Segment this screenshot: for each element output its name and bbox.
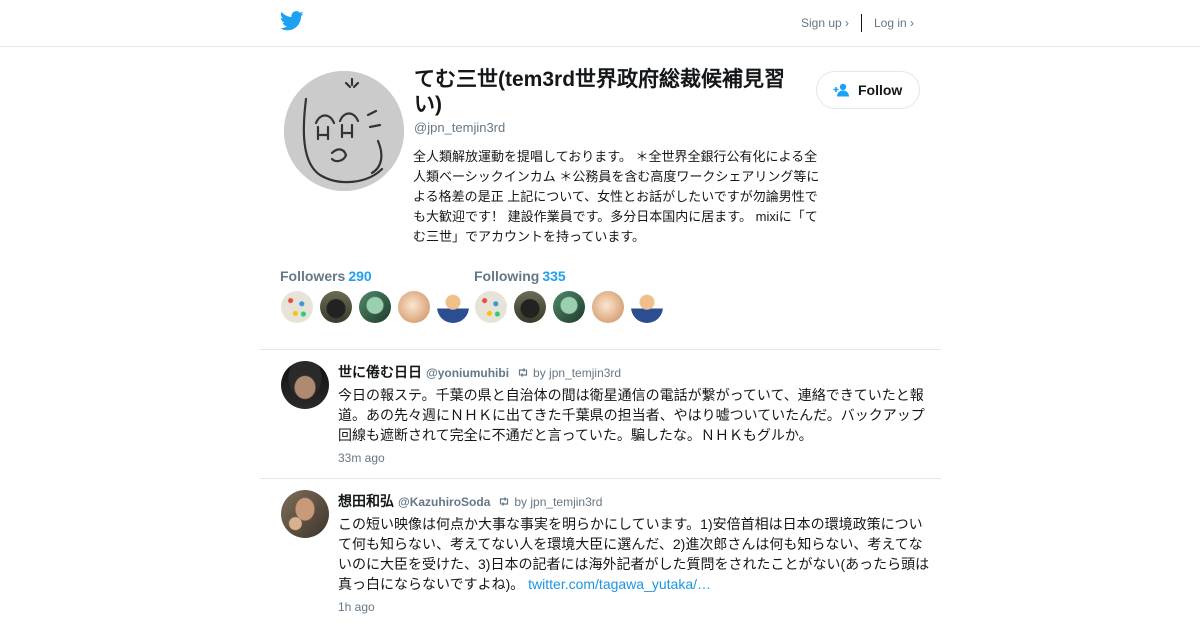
tweet-author-handle[interactable]: @yoniumuhibi [426,366,509,380]
signup-link[interactable]: Sign up › [801,16,849,30]
profile-display-name: てむ三世(tem3rd世界政府総裁候補見習い) [414,68,786,116]
follower-avatar[interactable] [320,291,352,323]
following-stat[interactable]: Following 335 [474,268,566,286]
profile-avatar[interactable] [284,71,404,191]
follower-avatar[interactable] [281,291,313,323]
login-link[interactable]: Log in › [874,16,914,30]
retweet-indicator: by jpn_temjin3rd [517,366,621,380]
nav-divider [861,14,862,32]
tweet-item[interactable]: 想田和弘 @KazuhiroSoda by jpn_temjin3rd この短い… [260,479,941,630]
tweet-author-avatar[interactable] [281,490,329,538]
follower-avatar[interactable] [359,291,391,323]
tweet-timestamp[interactable]: 1h ago [338,600,375,614]
twitter-bird-icon[interactable] [280,11,304,31]
tweet-text: 今日の報ステ。千葉の県と自治体の間は衛星通信の電話が繋がっていて、連絡できていた… [338,387,925,443]
following-avatar[interactable] [475,291,507,323]
tweet-author-name[interactable]: 想田和弘 [338,491,394,511]
retweeted-by[interactable]: by jpn_temjin3rd [533,366,621,380]
follower-avatar[interactable] [398,291,430,323]
tweet-text: この短い映像は何点か大事な事実を明らかにしています。1)安倍首相は日本の環境政策… [338,514,934,594]
profile-avatar-image [284,71,404,191]
tweet-timestamp[interactable]: 33m ago [338,451,385,465]
tweet-header: 世に倦む日日 @yoniumuhibi by jpn_temjin3rd [338,362,621,382]
followers-stat[interactable]: Followers 290 [280,268,372,286]
tweet-author-name[interactable]: 世に倦む日日 [338,362,422,382]
following-avatar[interactable] [631,291,663,323]
following-avatar[interactable] [592,291,624,323]
retweet-indicator: by jpn_temjin3rd [498,495,602,509]
retweet-icon [518,368,528,377]
follow-button[interactable]: Follow [816,71,920,109]
retweet-icon [500,497,509,506]
followers-avatars [281,291,476,323]
followers-count: 290 [348,268,372,284]
tweet-link[interactable]: twitter.com/tagawa_yutaka/… [528,576,711,592]
tweet-author-avatar[interactable] [281,361,329,409]
following-avatar[interactable] [514,291,546,323]
retweeted-by[interactable]: by jpn_temjin3rd [514,495,602,509]
followers-label: Followers [280,268,346,284]
add-user-icon [833,83,849,97]
tweet-header: 想田和弘 @KazuhiroSoda by jpn_temjin3rd [338,491,602,511]
profile-bio: 全人類解放運動を提唱しております。 ＊全世界全銀行公有化による全人類ベーシックイ… [413,149,820,244]
top-bar: Sign up › Log in › [0,0,1200,47]
tweet-author-handle[interactable]: @KazuhiroSoda [398,495,490,509]
following-label: Following [474,268,540,284]
following-count: 335 [542,268,566,284]
profile-handle: @jpn_temjin3rd [414,120,506,135]
following-avatars [475,291,670,323]
following-avatar[interactable] [553,291,585,323]
tweet-item[interactable]: 世に倦む日日 @yoniumuhibi by jpn_temjin3rd 今日の… [260,350,941,478]
follow-button-label: Follow [858,82,903,98]
follower-avatar[interactable] [437,291,469,323]
